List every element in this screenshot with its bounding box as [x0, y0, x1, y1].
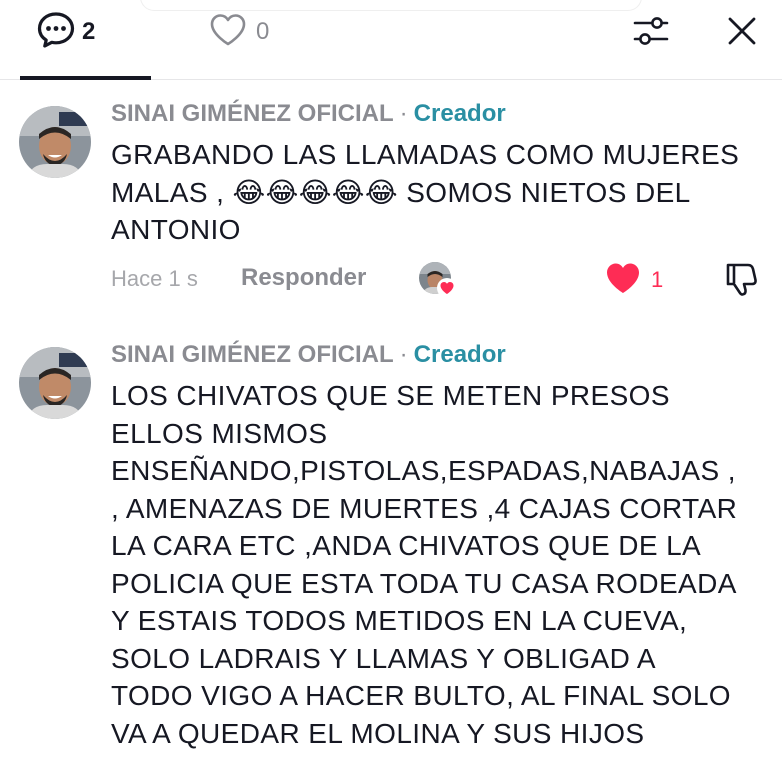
- likes-count: 0: [256, 18, 270, 45]
- comment-text: LOS CHIVATOS QUE SE METEN PRESOS ELLOS M…: [111, 380, 738, 749]
- author-name[interactable]: SINAI GIMÉNEZ OFICIAL: [111, 100, 394, 127]
- dislike-button[interactable]: [720, 260, 762, 302]
- close-button[interactable]: [721, 12, 763, 54]
- creator-badge: Creador: [413, 100, 506, 127]
- comment-actions: Hace 1 s Responder 1: [0, 262, 782, 302]
- sliders-icon: [631, 11, 671, 56]
- avatar[interactable]: [19, 347, 91, 419]
- comment-timestamp: Hace 1 s: [111, 266, 198, 291]
- like-button[interactable]: 1: [605, 262, 663, 298]
- comment-bubble-icon: [36, 10, 76, 55]
- thumbs-down-icon: [722, 260, 760, 303]
- reply-button[interactable]: Responder: [241, 264, 366, 292]
- tab-comments[interactable]: 2: [36, 10, 96, 55]
- close-icon: [722, 11, 762, 56]
- heart-outline-icon: [208, 10, 248, 55]
- liked-by-creator-indicator: [419, 262, 459, 298]
- comment-meta: SINAI GIMÉNEZ OFICIAL · Creador: [111, 98, 506, 130]
- heart-filled-icon: [605, 261, 641, 300]
- comment-meta: SINAI GIMÉNEZ OFICIAL · Creador: [111, 339, 506, 371]
- author-name[interactable]: SINAI GIMÉNEZ OFICIAL: [111, 341, 394, 368]
- active-tab-indicator: [20, 76, 151, 80]
- filter-button[interactable]: [630, 12, 672, 54]
- avatar[interactable]: [19, 106, 91, 178]
- tab-likes[interactable]: 0: [208, 12, 269, 52]
- comment-text: GRABANDO LAS LLAMADAS COMO MUJERES MALAS…: [111, 139, 740, 245]
- like-count: 1: [651, 267, 664, 292]
- comments-header: 2 0: [0, 0, 782, 80]
- comments-count: 2: [82, 18, 96, 45]
- separator-dot: ·: [399, 341, 408, 368]
- heart-badge-icon: [437, 278, 457, 298]
- separator-dot: ·: [399, 100, 408, 127]
- creator-badge: Creador: [413, 341, 506, 368]
